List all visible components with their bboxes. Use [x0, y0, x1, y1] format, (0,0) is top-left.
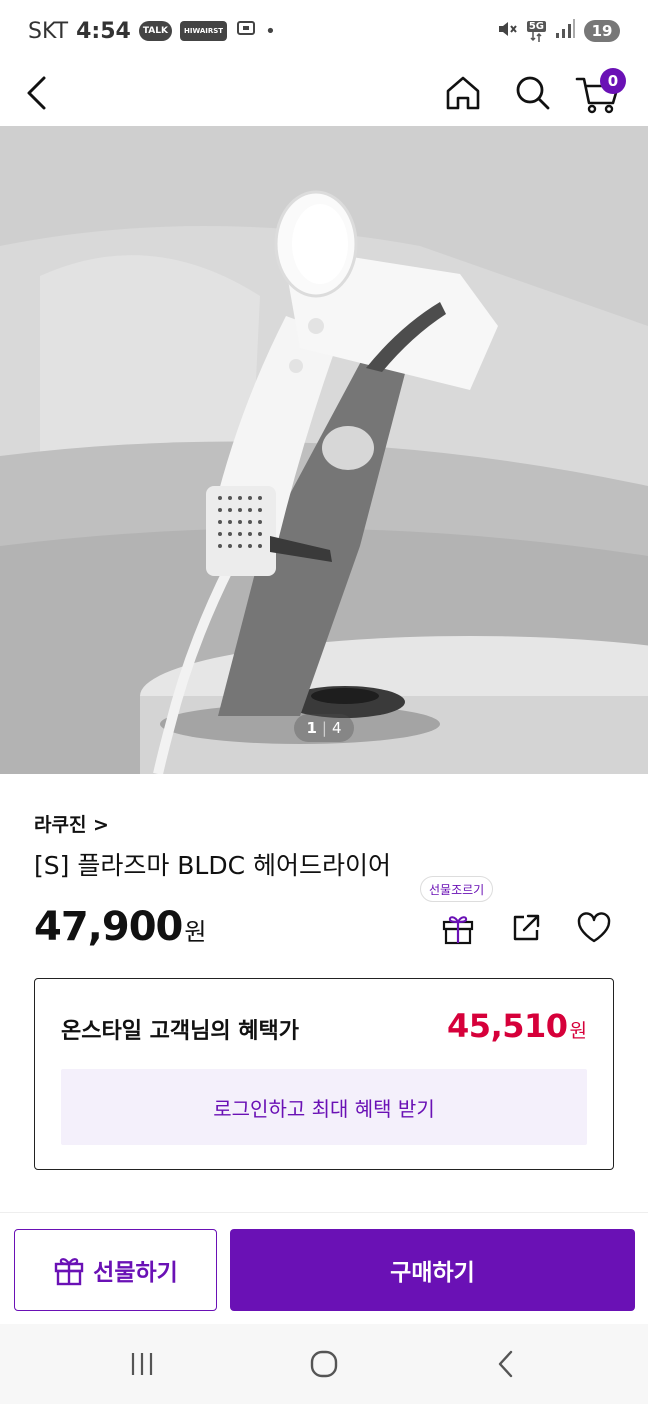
recents-button[interactable] [120, 1342, 164, 1386]
member-benefit-box: 온스타일 고객님의 혜택가 45,510 원 로그인하고 최대 혜택 받기 [34, 978, 614, 1170]
gift-request-button[interactable] [436, 906, 480, 950]
gift-request-tooltip: 선물조르기 [420, 876, 494, 902]
buy-button[interactable]: 구매하기 [230, 1229, 635, 1311]
benefit-label: 온스타일 고객님의 혜택가 [61, 1019, 299, 1044]
price-value: 47,900 [34, 904, 183, 950]
more-notifications-dot: • [265, 20, 276, 42]
benefit-price-currency: 원 [569, 1020, 587, 1042]
home-circle-icon [310, 1350, 338, 1378]
signal-icon [554, 19, 576, 43]
cart-count-badge: 0 [600, 68, 626, 94]
system-back-button[interactable] [484, 1342, 528, 1386]
gift-icon [54, 1258, 84, 1286]
app-notification-icon: HIWAIRST [179, 21, 228, 41]
bottom-action-bar: 선물하기 구매하기 [0, 1212, 648, 1324]
product-image-gallery[interactable]: 1 | 4 [0, 126, 648, 774]
gallery-separator: | [321, 719, 327, 737]
system-navigation-bar [0, 1324, 648, 1404]
login-benefit-button[interactable]: 로그인하고 최대 혜택 받기 [61, 1069, 587, 1145]
product-price: 47,900 원 [34, 904, 206, 950]
benefit-price: 45,510 원 [447, 1007, 587, 1045]
system-home-button[interactable] [302, 1342, 346, 1386]
back-arrow-icon [27, 76, 46, 110]
benefit-price-value: 45,510 [447, 1007, 568, 1045]
brand-link[interactable]: 라쿠진 > [34, 810, 109, 837]
gift-button-label: 선물하기 [93, 1260, 178, 1286]
gallery-total-pages: 4 [331, 719, 342, 737]
product-title: [S] 플라즈마 BLDC 헤어드라이어 [34, 851, 392, 880]
battery-icon: 19 [584, 20, 620, 42]
carrier-label: SKT [28, 18, 69, 44]
price-currency: 원 [184, 918, 207, 946]
system-back-icon [498, 1350, 513, 1378]
gift-icon [442, 916, 474, 945]
search-icon [516, 76, 550, 110]
screenshot-notification-icon [235, 17, 257, 45]
gift-button[interactable]: 선물하기 [14, 1229, 217, 1311]
talk-notification-icon: TALK [138, 21, 172, 41]
product-photo [0, 126, 648, 774]
status-left: SKT 4:54 TALK HIWAIRST • [28, 17, 276, 45]
back-button[interactable] [12, 68, 62, 118]
search-button[interactable] [508, 68, 558, 118]
gallery-current-page: 1 [306, 719, 317, 737]
status-bar: SKT 4:54 TALK HIWAIRST • 5G 19 [0, 0, 648, 62]
heart-icon [577, 912, 611, 943]
share-button[interactable] [504, 906, 548, 950]
mute-icon [495, 17, 519, 45]
share-icon [513, 914, 540, 941]
cart-button[interactable]: 0 [570, 68, 626, 118]
home-button[interactable] [438, 68, 488, 118]
status-right: 5G 19 [495, 17, 620, 45]
gallery-page-indicator: 1 | 4 [294, 714, 354, 742]
recents-icon [131, 1353, 153, 1375]
home-icon [446, 76, 480, 110]
top-navigation: 0 [0, 62, 648, 124]
network-5g-icon: 5G [526, 20, 546, 42]
clock: 4:54 [76, 18, 131, 44]
wishlist-button[interactable] [572, 906, 616, 950]
